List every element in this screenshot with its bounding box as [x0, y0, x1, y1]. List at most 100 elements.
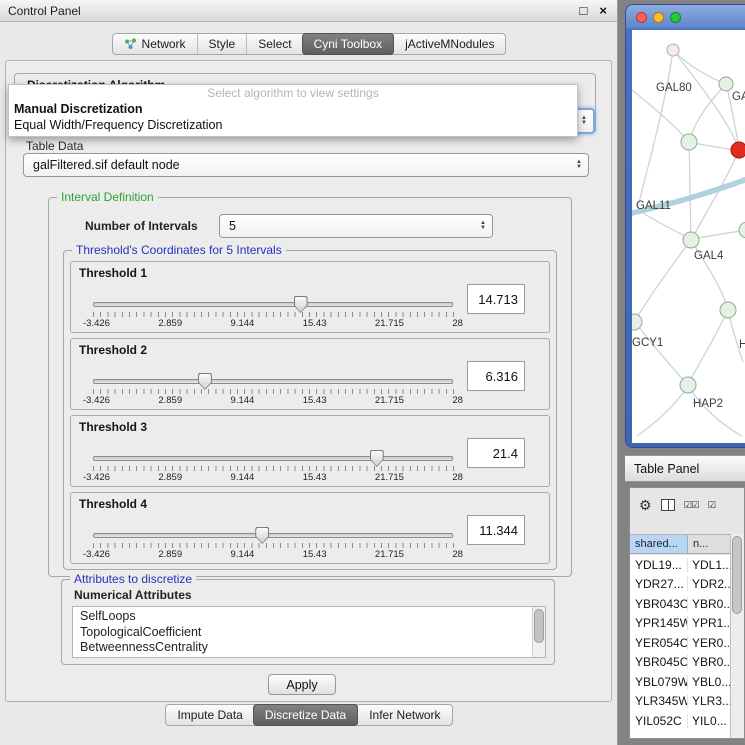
threshold-value-field[interactable]: 14.713 [467, 284, 525, 314]
cell[interactable]: YIL0... [688, 714, 732, 728]
scale-label: 15.43 [303, 318, 327, 329]
control-panel-titlebar[interactable]: Control Panel □ × [0, 0, 617, 22]
tab-network[interactable]: Network [113, 34, 197, 54]
table-panel-header[interactable]: Table Panel [625, 455, 745, 482]
list-item[interactable]: SelfLoops [80, 609, 545, 625]
tab-select[interactable]: Select [246, 34, 302, 54]
network-node[interactable] [667, 44, 679, 56]
list-item[interactable]: BetweennessCentrality [80, 640, 545, 656]
threshold-slider[interactable] [93, 302, 453, 307]
tab-discretize-data[interactable]: Discretize Data [253, 704, 358, 726]
cell[interactable]: YDL1... [688, 558, 732, 572]
table-row[interactable]: YBR043C YBR0... [630, 594, 732, 614]
dropdown-option-equal-width[interactable]: Equal Width/Frequency Discretization [9, 117, 577, 133]
minimize-window-icon[interactable] [653, 12, 664, 23]
cell[interactable]: YDL19... [630, 558, 688, 572]
table-row[interactable]: YBR045C YBR0... [630, 653, 732, 673]
table-row[interactable]: YIL052C YIL0... [630, 711, 732, 731]
cell[interactable]: YBL079W [630, 675, 688, 689]
threshold-panel-4: Threshold 4 -3.426 2.859 9.144 15.43 21.… [70, 492, 550, 564]
dropdown-option-manual-discretization[interactable]: Manual Discretization [9, 101, 577, 117]
table-row[interactable]: YDL19... YDL1... [630, 555, 732, 575]
node-label-cut-right-top[interactable]: GA [732, 91, 745, 103]
threshold-value-field[interactable]: 21.4 [467, 438, 525, 468]
cell[interactable]: YPR145W [630, 616, 688, 630]
attributes-scrollbar[interactable] [532, 607, 545, 657]
threshold-value-field[interactable]: 6.316 [467, 361, 525, 391]
num-intervals-combo[interactable]: 5 ▲▼ [219, 214, 493, 238]
num-intervals-value: 5 [229, 219, 236, 233]
close-window-icon[interactable] [636, 12, 647, 23]
network-node[interactable] [720, 302, 736, 318]
cell[interactable]: YBR045C [630, 655, 688, 669]
attributes-list[interactable]: SelfLoops TopologicalCoefficient Between… [72, 606, 546, 658]
slider-thumb[interactable] [255, 527, 269, 544]
scale-label: -3.426 [83, 395, 110, 406]
table-scrollbar[interactable] [730, 534, 744, 738]
threshold-slider[interactable] [93, 456, 453, 461]
threshold-value-field[interactable]: 11.344 [467, 515, 525, 545]
cell[interactable]: YPR1... [688, 616, 732, 630]
table-row[interactable]: YER054C YER0... [630, 633, 732, 653]
threshold-slider[interactable] [93, 379, 453, 384]
threshold-slider[interactable] [93, 533, 453, 538]
scrollbar-thumb[interactable] [534, 609, 544, 643]
cell[interactable]: YDR2... [688, 577, 732, 591]
network-node[interactable] [680, 377, 696, 393]
table-row[interactable]: YLR345W YLR3... [630, 692, 732, 712]
network-node[interactable] [719, 77, 733, 91]
node-label-hap2[interactable]: HAP2 [693, 398, 723, 410]
cell[interactable]: YBR0... [688, 597, 732, 611]
table-row[interactable]: YBL079W YBL0... [630, 672, 732, 692]
cell[interactable]: YLR3... [688, 694, 732, 708]
select-columns-icon[interactable]: ☑☑ [684, 500, 699, 511]
attributes-group-title: Attributes to discretize [70, 572, 196, 586]
scale-label: 2.859 [158, 318, 182, 329]
column-header-name[interactable]: n... [688, 535, 732, 553]
network-node[interactable] [632, 314, 642, 330]
cell[interactable]: YIL052C [630, 714, 688, 728]
node-label-gal11[interactable]: GAL11 [636, 200, 671, 212]
scrollbar-thumb[interactable] [732, 536, 742, 614]
columns-icon[interactable] [661, 499, 675, 511]
control-panel-window: Control Panel □ × [0, 0, 618, 745]
tab-infer-network[interactable]: Infer Network [357, 705, 451, 725]
network-node[interactable] [739, 222, 745, 238]
tab-jactivemnodules[interactable]: jActiveMNodules [393, 34, 505, 54]
node-label-cut-right-mid[interactable]: H [739, 339, 745, 351]
apply-button[interactable]: Apply [268, 674, 336, 695]
slider-thumb[interactable] [294, 296, 308, 313]
tab-label: Network [142, 37, 186, 51]
table-panel-window: ⚙ ☑☑ ☑ shared... n... YDL19... YDL1... Y… [629, 487, 745, 739]
tab-cyni-toolbox[interactable]: Cyni Toolbox [302, 33, 394, 55]
network-canvas[interactable]: GAL80 GA GAL11 GAL4 GCY1 H HAP2 [632, 30, 745, 443]
table-row[interactable]: YDR27... YDR2... [630, 575, 732, 595]
cell[interactable]: YER0... [688, 636, 732, 650]
cell[interactable]: YDR27... [630, 577, 688, 591]
close-icon[interactable]: × [599, 4, 607, 18]
network-node-selected[interactable] [731, 142, 745, 158]
slider-thumb[interactable] [198, 373, 212, 390]
table-row[interactable]: YPR145W YPR1... [630, 614, 732, 634]
network-node[interactable] [683, 232, 699, 248]
slider-thumb[interactable] [370, 450, 384, 467]
node-label-gal4[interactable]: GAL4 [694, 250, 723, 262]
node-label-gcy1[interactable]: GCY1 [632, 337, 663, 349]
cell[interactable]: YBR0... [688, 655, 732, 669]
cell[interactable]: YER054C [630, 636, 688, 650]
zoom-window-icon[interactable] [670, 12, 681, 23]
gear-icon[interactable]: ⚙ [639, 497, 652, 514]
network-node[interactable] [681, 134, 697, 150]
edit-mode-icon[interactable]: ☑ [708, 500, 716, 511]
cell[interactable]: YBL0... [688, 675, 732, 689]
tab-impute-data[interactable]: Impute Data [166, 705, 253, 725]
list-item[interactable]: TopologicalCoefficient [80, 625, 545, 641]
attributes-group: Attributes to discretize Numerical Attri… [61, 579, 555, 665]
node-label-gal80[interactable]: GAL80 [656, 82, 692, 94]
column-header-shared-name[interactable]: shared... [630, 535, 688, 553]
tab-style[interactable]: Style [197, 34, 247, 54]
cell[interactable]: YLR345W [630, 694, 688, 708]
restore-icon[interactable]: □ [580, 4, 588, 18]
table-data-combo[interactable]: galFiltered.sif default node ▲▼ [23, 153, 589, 177]
cell[interactable]: YBR043C [630, 597, 688, 611]
